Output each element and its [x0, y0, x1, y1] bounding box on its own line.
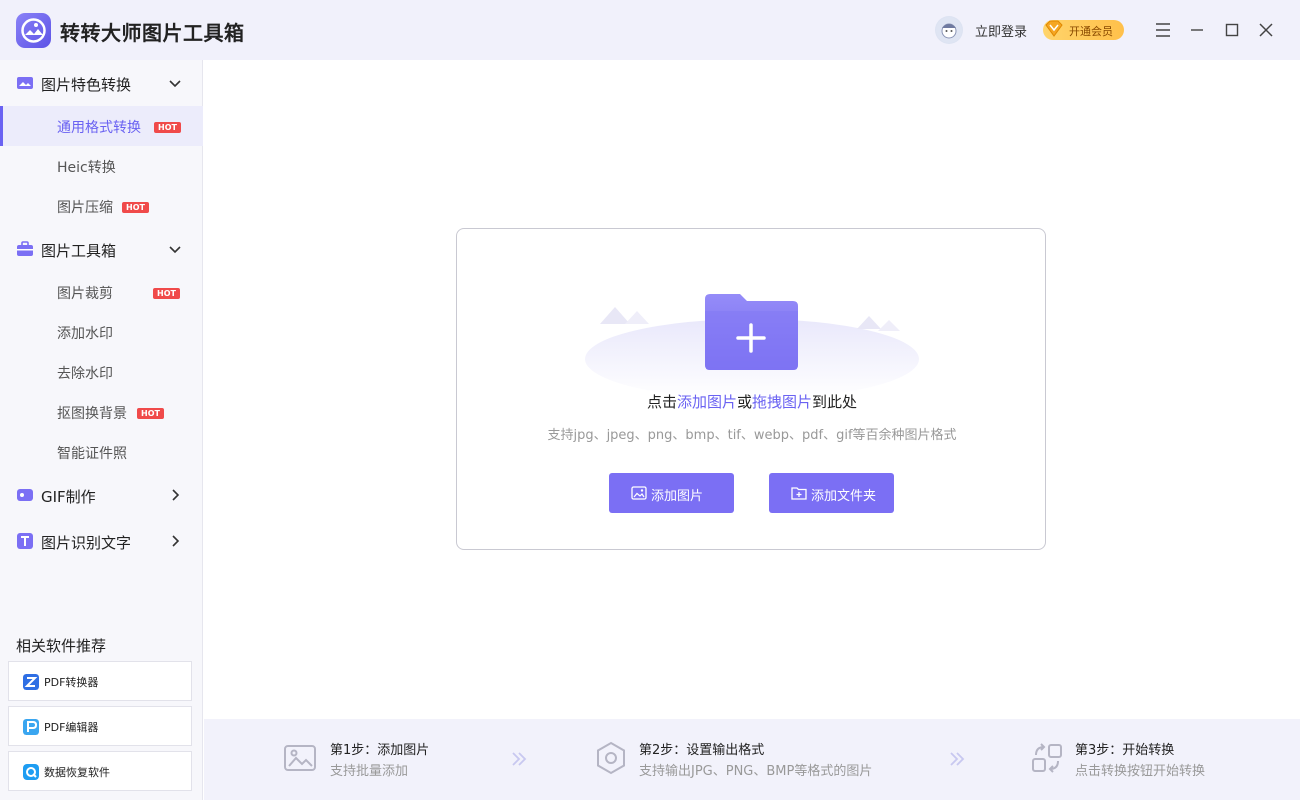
double-chevron-right-icon [510, 751, 528, 767]
drop-prefix: 点击 [647, 393, 677, 411]
sidebar-item-label: 智能证件照 [57, 443, 127, 463]
sidebar-item-compress[interactable]: 图片压缩 HOT [0, 186, 203, 226]
image-icon [631, 486, 647, 500]
vip-button[interactable]: 开通会员 [1043, 20, 1124, 40]
menu-icon[interactable] [1151, 18, 1175, 42]
drop-mid: 或 [737, 393, 752, 411]
recommend-pdf-converter[interactable]: PDF转换器 [8, 661, 192, 701]
sidebar-item-id-photo[interactable]: 智能证件照 [0, 432, 203, 472]
sidebar-item-label: 去除水印 [57, 363, 113, 383]
sidebar-group-image-convert[interactable]: 图片特色转换 [0, 61, 203, 105]
title-bar: 转转大师图片工具箱 立即登录 开通会员 [0, 0, 1300, 60]
sidebar-item-heic[interactable]: Heic转换 [0, 146, 203, 186]
sidebar-item-cutout-background[interactable]: 抠图换背景 HOT [0, 392, 203, 432]
recommend-data-recovery[interactable]: 数据恢复软件 [8, 751, 192, 791]
hot-badge: HOT [154, 122, 181, 133]
toolbox-icon [16, 240, 34, 258]
add-image-button-label: 添加图片 [651, 485, 703, 504]
chevron-right-icon [167, 533, 183, 549]
sidebar-group-label: 图片特色转换 [41, 74, 131, 95]
sidebar-group-label: 图片工具箱 [41, 240, 116, 261]
add-folder-button[interactable]: 添加文件夹 [769, 473, 894, 513]
data-recovery-icon [23, 764, 39, 780]
recommend-pdf-editor[interactable]: PDF编辑器 [8, 706, 192, 746]
sidebar-group-label: GIF制作 [41, 486, 96, 507]
chevron-right-icon [167, 487, 183, 503]
step-3-title: 第3步：开始转换 [1075, 739, 1174, 758]
sidebar-group-toolbox[interactable]: 图片工具箱 [0, 227, 203, 271]
step-1-title: 第1步：添加图片 [330, 739, 429, 758]
add-folder-button-label: 添加文件夹 [811, 485, 876, 504]
sidebar-item-add-watermark[interactable]: 添加水印 [0, 312, 203, 352]
image-icon [283, 741, 317, 775]
recommend-title: 相关软件推荐 [16, 635, 106, 656]
settings-hex-icon [594, 741, 628, 775]
hot-badge: HOT [122, 202, 149, 213]
add-image-link[interactable]: 添加图片 [677, 393, 737, 411]
recommend-label: PDF编辑器 [44, 719, 98, 735]
step-1-desc: 支持批量添加 [330, 760, 408, 779]
sidebar-item-remove-watermark[interactable]: 去除水印 [0, 352, 203, 392]
double-chevron-right-icon [948, 751, 966, 767]
sidebar-item-label: 图片压缩 [57, 197, 113, 217]
sidebar-item-label: 添加水印 [57, 323, 113, 343]
sidebar-group-label: 图片识别文字 [41, 532, 131, 553]
close-icon[interactable] [1254, 18, 1278, 42]
drop-zone[interactable]: 点击添加图片或拖拽图片到此处 支持jpg、jpeg、png、bmp、tif、we… [456, 228, 1046, 550]
sidebar-item-format-convert[interactable]: 通用格式转换 HOT [0, 106, 203, 146]
sidebar-group-gif[interactable]: GIF制作 [0, 473, 203, 517]
step-2-title: 第2步：设置输出格式 [639, 739, 764, 758]
step-2-desc: 支持输出JPG、PNG、BMP等格式的图片 [639, 760, 872, 779]
step-3-desc: 点击转换按钮开始转换 [1075, 760, 1205, 779]
recommend-label: 数据恢复软件 [44, 764, 110, 780]
vip-label: 开通会员 [1069, 23, 1113, 39]
drop-suffix: 到此处 [812, 393, 857, 411]
login-link[interactable]: 立即登录 [975, 21, 1027, 40]
hot-badge: HOT [137, 408, 164, 419]
sidebar-item-label: Heic转换 [57, 157, 116, 177]
drop-instruction: 点击添加图片或拖拽图片到此处 [457, 391, 1047, 412]
user-avatar-icon[interactable] [935, 16, 963, 44]
hot-badge: HOT [153, 288, 180, 299]
chevron-down-icon [167, 75, 183, 91]
supported-formats: 支持jpg、jpeg、png、bmp、tif、webp、pdf、gif等百余种图… [457, 424, 1047, 443]
ocr-icon [16, 532, 34, 550]
gif-icon [16, 486, 34, 504]
convert-icon [1030, 741, 1064, 775]
pdf-editor-icon [23, 719, 39, 735]
sidebar-item-crop[interactable]: 图片裁剪 HOT [0, 272, 203, 312]
steps-bar: 第1步：添加图片 支持批量添加 第2步：设置输出格式 支持输出JPG、PNG、B… [204, 719, 1300, 800]
pdf-converter-icon [23, 674, 39, 690]
folder-add-icon [791, 486, 807, 500]
sidebar-item-label: 通用格式转换 [57, 117, 141, 137]
recommend-label: PDF转换器 [44, 674, 98, 690]
diamond-icon [1042, 18, 1066, 42]
chevron-down-icon [167, 241, 183, 257]
sidebar-item-label: 图片裁剪 [57, 283, 113, 303]
app-title: 转转大师图片工具箱 [60, 17, 245, 46]
maximize-icon[interactable] [1220, 18, 1244, 42]
folder-illustration-icon [585, 289, 919, 404]
sidebar-item-label: 抠图换背景 [57, 403, 127, 423]
minimize-icon[interactable] [1185, 18, 1209, 42]
image-convert-icon [16, 74, 34, 92]
sidebar: 图片特色转换 通用格式转换 HOT Heic转换 图片压缩 HOT 图片工具箱 … [0, 60, 203, 800]
drag-image-link[interactable]: 拖拽图片 [752, 393, 812, 411]
add-image-button[interactable]: 添加图片 [609, 473, 734, 513]
sidebar-group-ocr[interactable]: 图片识别文字 [0, 519, 203, 563]
app-logo-icon [16, 13, 51, 48]
